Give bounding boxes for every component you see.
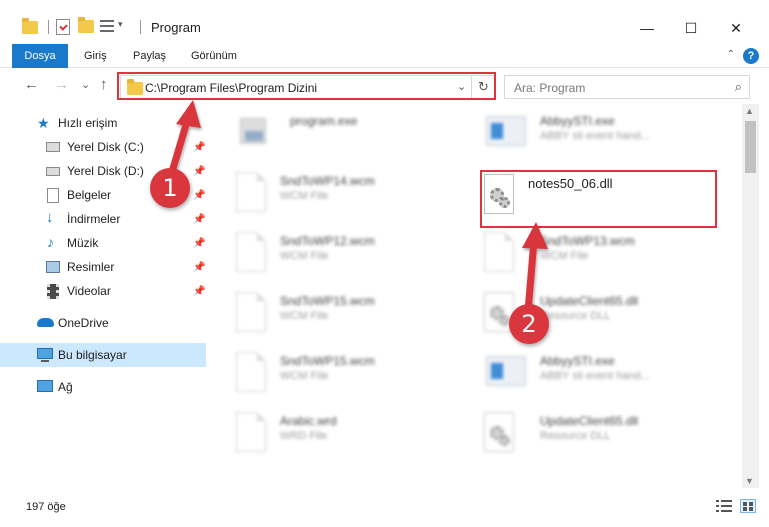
tiles-view-icon[interactable]	[740, 499, 756, 513]
step-2-badge: 2	[509, 304, 549, 344]
step-1-badge: 1	[150, 168, 190, 208]
status-bar: 197 öğe	[0, 488, 769, 527]
annotation-arrows	[168, 100, 548, 316]
item-count: 197 öğe	[26, 501, 66, 513]
details-view-icon[interactable]	[716, 499, 732, 513]
arrow-2	[522, 222, 548, 316]
arrow-1	[168, 100, 201, 176]
